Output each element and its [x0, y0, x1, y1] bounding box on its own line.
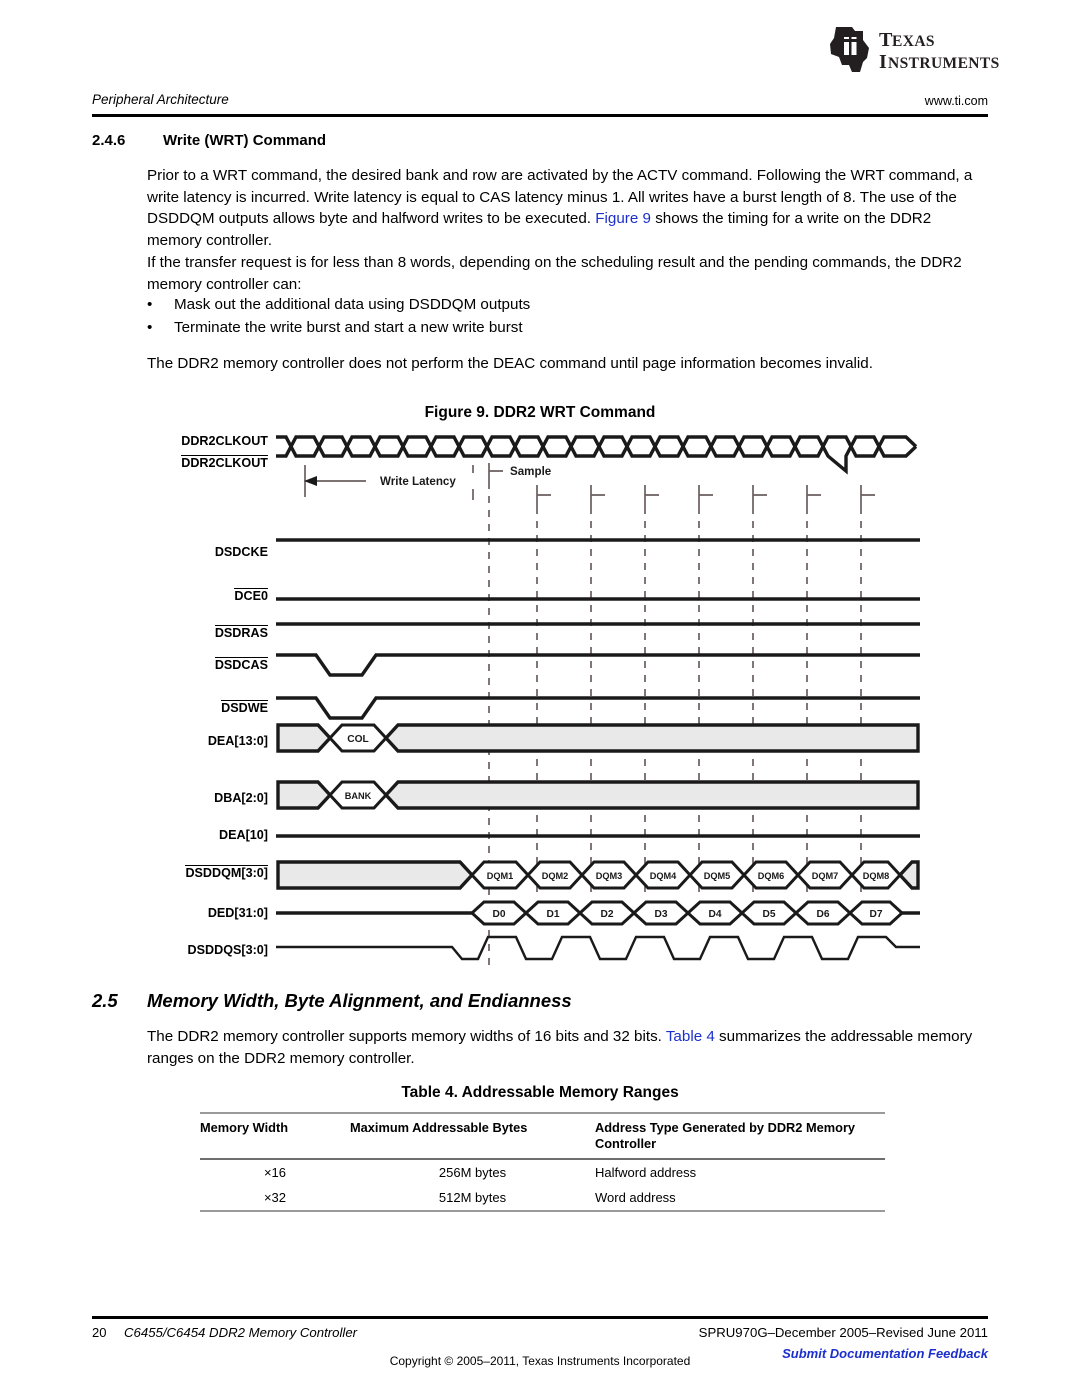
cell-address-type: Word address	[595, 1190, 676, 1205]
paragraph-memory-width: The DDR2 memory controller supports memo…	[147, 1026, 988, 1069]
paragraph-wrt-intro: Prior to a WRT command, the desired bank…	[147, 165, 988, 251]
page-number: 20	[92, 1325, 107, 1340]
copyright-notice: Copyright © 2005–2011, Texas Instruments…	[389, 1354, 691, 1368]
table-row: ×16 256M bytes Halfword address	[200, 1160, 885, 1185]
table-row: ×32 512M bytes Word address	[200, 1185, 885, 1210]
dqm-cell: DQM1	[487, 871, 514, 881]
ti-url: www.ti.com	[924, 94, 988, 108]
data-cell: D1	[546, 909, 559, 920]
texas-instruments-logo: T EXAS I NSTRUMENTS	[830, 27, 1000, 73]
dqm-cell: DQM2	[542, 871, 569, 881]
page-footer: 20 C6455/C6454 DDR2 Memory Controller SP…	[92, 1322, 988, 1382]
write-latency-label: Write Latency	[380, 475, 456, 488]
sample-annotation: Sample	[488, 463, 552, 482]
table-header-row: Memory Width Maximum Addressable Bytes A…	[200, 1114, 885, 1158]
column-header-memory-width: Memory Width	[200, 1120, 289, 1135]
header-divider	[92, 114, 988, 117]
waveform-dsdcas	[276, 653, 920, 677]
figure-9-timing-diagram: DDR2CLKOUT DDR2CLKOUT DSDCKE DCE0 DSDRAS…	[0, 425, 1080, 970]
section-25-title: Memory Width, Byte Alignment, and Endian…	[147, 990, 572, 1011]
list-item-label: Terminate the write burst and start a ne…	[174, 319, 523, 336]
figure-9-crossref[interactable]: Figure 9	[595, 210, 651, 227]
revision-info: SPRU970G–December 2005–Revised June 2011	[698, 1325, 988, 1340]
dqm-cell: DQM8	[863, 871, 890, 881]
paragraph-memory-width-a: The DDR2 memory controller supports memo…	[147, 1028, 666, 1045]
dqm-cell: DQM3	[596, 871, 623, 881]
svg-text:T: T	[879, 29, 893, 51]
waveform-dsdwe	[276, 696, 920, 720]
running-header: Peripheral Architecture www.ti.com	[92, 92, 988, 114]
data-cell: D3	[654, 909, 667, 920]
list-item-label: Mask out the additional data using DSDDQ…	[174, 296, 531, 313]
document-title: C6455/C6454 DDR2 Memory Controller	[124, 1325, 358, 1340]
bullet-marker: •	[147, 319, 153, 336]
table-rule-bottom	[200, 1210, 885, 1212]
cell-memory-width: ×32	[263, 1190, 287, 1205]
table-4-caption: Table 4. Addressable Memory Ranges	[401, 1084, 679, 1101]
waveform-dea-13-0: COL	[276, 723, 920, 753]
table-4-crossref[interactable]: Table 4	[666, 1028, 715, 1045]
bullet-marker: •	[147, 296, 153, 313]
table-4: Memory Width Maximum Addressable Bytes A…	[200, 1112, 885, 1212]
bus-value-col: COL	[347, 734, 369, 745]
dqm-cell: DQM6	[758, 871, 785, 881]
svg-text:I: I	[879, 51, 887, 73]
data-cell: D4	[708, 909, 721, 920]
column-header-address-type: Address Type Generated by DDR2 Memory Co…	[595, 1120, 856, 1151]
footer-divider	[92, 1316, 988, 1319]
section-25-number: 2.5	[92, 990, 118, 1011]
data-cell: D2	[600, 909, 613, 920]
column-header-max-bytes: Maximum Addressable Bytes	[350, 1120, 528, 1135]
data-cell: D6	[816, 909, 829, 920]
waveform-ded-31-0: D0 D1 D2 D3 D4 D5 D6 D7	[276, 900, 920, 926]
data-cell: D0	[492, 909, 505, 920]
data-cell: D7	[869, 909, 882, 920]
running-head-title: Peripheral Architecture	[92, 92, 229, 107]
cell-memory-width: ×16	[263, 1165, 287, 1180]
sample-tick-marks	[536, 485, 875, 507]
list-item: • Terminate the write burst and start a …	[147, 317, 988, 339]
dqm-cell: DQM7	[812, 871, 839, 881]
waveform-dsddqs-3-0	[276, 935, 920, 961]
list-item: • Mask out the additional data using DSD…	[147, 294, 988, 316]
data-cell: D5	[762, 909, 775, 920]
waveform-dsddqm-3-0: DQM1 DQM2 DQM3 DQM4 DQM5 DQM6 DQM7 DQM8	[276, 860, 920, 890]
write-latency-annotation: Write Latency	[304, 465, 474, 500]
cell-max-bytes: 256M bytes	[438, 1165, 507, 1180]
figure-9-caption: Figure 9. DDR2 WRT Command	[424, 404, 656, 421]
section-246-title: Write (WRT) Command	[163, 132, 327, 149]
clock-waveform	[276, 435, 918, 475]
bus-value-bank: BANK	[345, 791, 372, 801]
paragraph-deac: The DDR2 memory controller does not perf…	[147, 355, 873, 372]
section-246-number: 2.4.6	[92, 132, 126, 149]
svg-text:NSTRUMENTS: NSTRUMENTS	[888, 55, 1000, 72]
waveform-canvas: .w{fill:none;stroke:#1a1a1a;stroke-width…	[276, 435, 920, 965]
waveform-dba-2-0: BANK	[276, 780, 920, 810]
svg-text:EXAS: EXAS	[892, 33, 935, 50]
dqm-cell: DQM5	[704, 871, 731, 881]
dqm-cell: DQM4	[650, 871, 677, 881]
cell-max-bytes: 512M bytes	[438, 1190, 507, 1205]
paragraph-transfer-request: If the transfer request is for less than…	[147, 254, 962, 293]
sample-label: Sample	[510, 465, 552, 478]
cell-address-type: Halfword address	[595, 1165, 697, 1180]
